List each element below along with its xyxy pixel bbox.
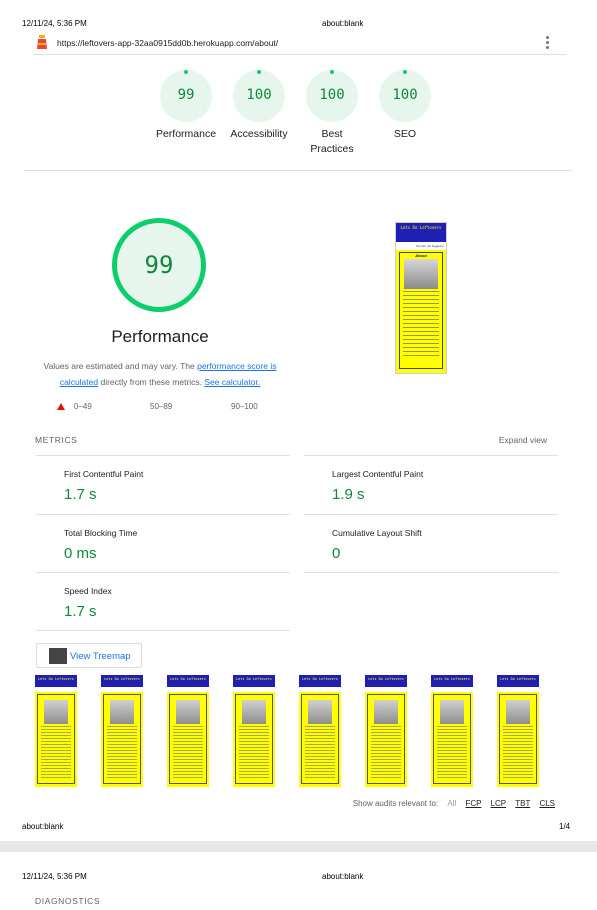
gauge-score: 99 xyxy=(177,87,195,103)
print-footer-url: about:blank xyxy=(22,822,64,831)
print-title: about:blank xyxy=(322,872,364,881)
filmstrip-frame: Lets Do Leftovers xyxy=(233,675,275,787)
gauge-label: Accessibility xyxy=(230,128,288,140)
frame-brand: Lets Do Leftovers xyxy=(497,675,539,687)
filmstrip-frame: Lets Do Leftovers xyxy=(35,675,77,787)
filter-tbt[interactable]: TBT xyxy=(515,799,530,808)
filter-lcp[interactable]: LCP xyxy=(491,799,506,808)
gauge-circle: 100 xyxy=(379,70,431,122)
gauge-score: 100 xyxy=(319,87,345,103)
metric-tbt: Total Blocking Time 0 ms xyxy=(36,514,290,573)
login-status: You are not logged in xyxy=(396,242,446,250)
frame-brand: Lets Do Leftovers xyxy=(101,675,143,687)
divider xyxy=(304,572,558,573)
filmstrip-frame: Lets Do Leftovers xyxy=(101,675,143,787)
see-calculator-link[interactable]: See calculator. xyxy=(204,377,260,387)
filmstrip: Lets Do Leftovers Lets Do Leftovers Lets D… xyxy=(35,675,555,787)
treemap-label: View Treemap xyxy=(70,651,131,662)
metric-fcp: First Contentful Paint 1.7 s xyxy=(36,455,290,514)
audit-filters: Show audits relevant to: All FCP LCP TBT… xyxy=(353,799,555,808)
audit-filter-label: Show audits relevant to: xyxy=(352,799,439,808)
print-datetime: 12/11/24, 5:36 PM xyxy=(22,19,87,28)
url-bar: https://leftovers-app-32aa0915dd0b.herok… xyxy=(33,32,566,55)
print-page-1: 12/11/24, 5:36 PM about:blank https://le… xyxy=(0,0,597,841)
metric-label: Largest Contentful Paint xyxy=(332,469,424,479)
gauge-circle: 99 xyxy=(160,70,212,122)
frame-brand: Lets Do Leftovers xyxy=(431,675,473,687)
gauge-best-practices[interactable]: 100 Best Practices xyxy=(292,70,372,157)
gauge-circle: 100 xyxy=(306,70,358,122)
filmstrip-frame: Lets Do Leftovers xyxy=(431,675,473,787)
metric-label: Total Blocking Time xyxy=(64,528,138,538)
performance-gauge: 99 xyxy=(112,218,206,312)
performance-description: Values are estimated and may vary. The p… xyxy=(34,358,286,390)
metric-si: Speed Index 1.7 s xyxy=(36,572,290,631)
site-heading: About xyxy=(415,253,427,258)
gauge-circle: 100 xyxy=(233,70,285,122)
final-screenshot: Lets Do Leftovers You are not logged in … xyxy=(395,222,447,374)
lighthouse-icon xyxy=(37,35,47,49)
legend-pass: 90–100 xyxy=(231,402,258,411)
divider xyxy=(24,170,572,171)
gauge-seo[interactable]: 100 SEO xyxy=(365,70,445,142)
frame-brand: Lets Do Leftovers xyxy=(35,675,77,687)
metric-cls: Cumulative Layout Shift 0 xyxy=(304,514,558,573)
filmstrip-frame: Lets Do Leftovers xyxy=(365,675,407,787)
gauge-performance[interactable]: 99 Performance xyxy=(146,70,226,142)
legend-average: 50–89 xyxy=(150,402,173,411)
frame-brand: Lets Do Leftovers xyxy=(299,675,341,687)
filter-all[interactable]: All xyxy=(447,799,456,808)
metric-lcp: Largest Contentful Paint 1.9 s xyxy=(304,455,558,514)
gauge-label: Best Practices xyxy=(310,128,354,155)
legend-fail: 0–49 xyxy=(74,402,92,411)
metric-value: 1.7 s xyxy=(64,486,97,503)
print-datetime: 12/11/24, 5:36 PM xyxy=(22,872,87,881)
frame-brand: Lets Do Leftovers xyxy=(167,675,209,687)
print-title: about:blank xyxy=(322,19,364,28)
print-page-number: 1/4 xyxy=(559,822,571,831)
metric-label: First Contentful Paint xyxy=(64,469,144,479)
divider xyxy=(36,630,290,631)
metric-value: 0 xyxy=(332,545,341,562)
treemap-icon xyxy=(49,648,67,664)
expand-view-toggle[interactable]: Expand view xyxy=(499,435,547,445)
metric-value: 0 ms xyxy=(64,545,97,562)
diagnostics-header: DIAGNOSTICS xyxy=(35,896,101,906)
filter-fcp[interactable]: FCP xyxy=(465,799,481,808)
print-page-2: 12/11/24, 5:36 PM about:blank DIAGNOSTIC… xyxy=(0,852,597,910)
frame-brand: Lets Do Leftovers xyxy=(365,675,407,687)
frame-brand: Lets Do Leftovers xyxy=(233,675,275,687)
gauge-score: 100 xyxy=(392,87,418,103)
filmstrip-frame: Lets Do Leftovers xyxy=(167,675,209,787)
view-treemap-button[interactable]: View Treemap xyxy=(36,643,142,668)
kebab-icon[interactable] xyxy=(546,36,550,51)
site-brand: Lets Do Leftovers xyxy=(396,223,446,242)
gauge-label: SEO xyxy=(393,128,417,140)
metric-value: 1.7 s xyxy=(64,603,97,620)
filter-cls[interactable]: CLS xyxy=(539,799,555,808)
metric-label: Speed Index xyxy=(64,586,112,596)
gauge-label: Performance xyxy=(155,128,217,140)
metric-value: 1.9 s xyxy=(332,486,365,503)
gauge-score: 100 xyxy=(246,87,272,103)
performance-title: Performance xyxy=(111,327,209,346)
fail-triangle-icon xyxy=(57,403,65,410)
filmstrip-frame: Lets Do Leftovers xyxy=(497,675,539,787)
page-url[interactable]: https://leftovers-app-32aa0915dd0b.herok… xyxy=(57,38,278,48)
filmstrip-frame: Lets Do Leftovers xyxy=(299,675,341,787)
metric-label: Cumulative Layout Shift xyxy=(332,528,422,538)
gauge-accessibility[interactable]: 100 Accessibility xyxy=(219,70,299,142)
metrics-header: METRICS xyxy=(35,435,78,445)
desc-text: Values are estimated and may vary. The xyxy=(43,361,198,371)
desc-text: directly from these metrics. xyxy=(98,377,205,387)
performance-score: 99 xyxy=(144,251,174,279)
